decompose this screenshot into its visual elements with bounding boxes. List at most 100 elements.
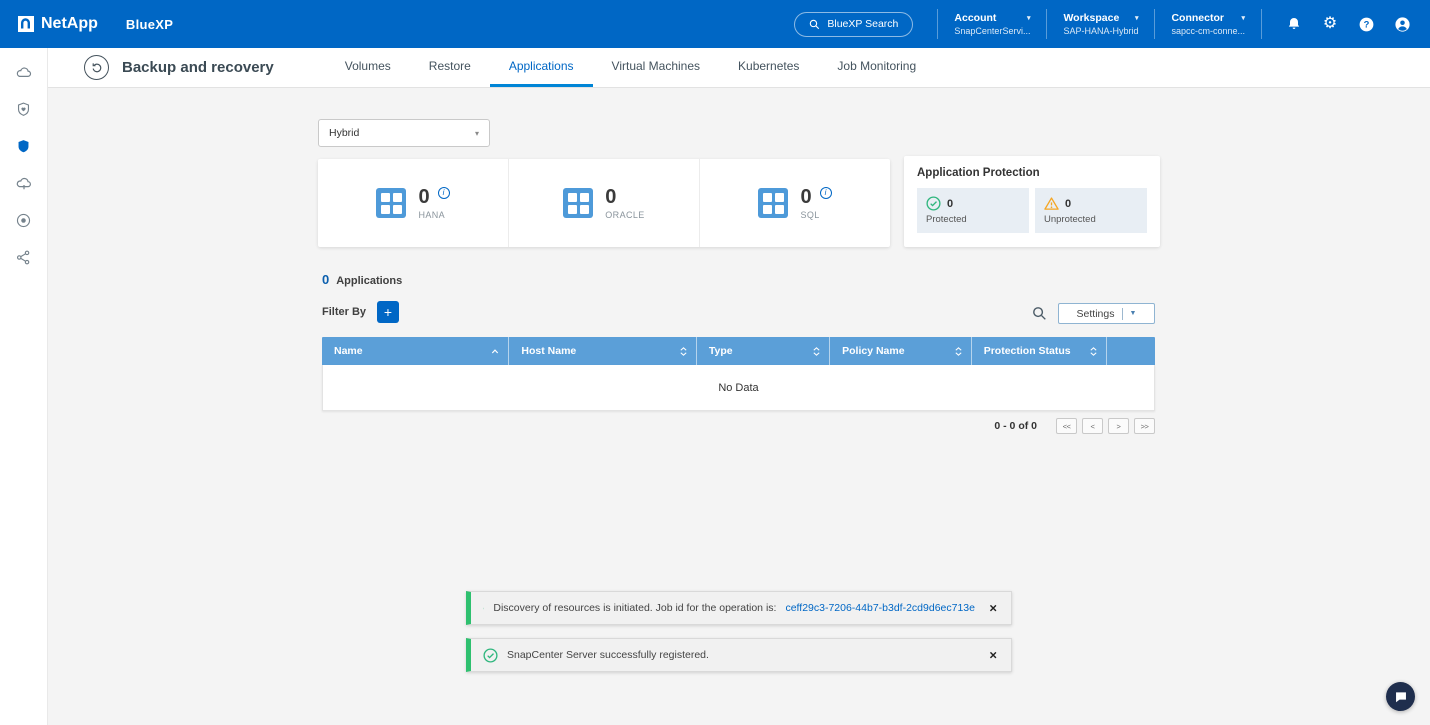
netapp-logo[interactable]: NetApp: [18, 15, 98, 33]
search-icon: [809, 19, 820, 30]
protection-card-title: Application Protection: [917, 167, 1147, 179]
pagination-last-button[interactable]: >>: [1134, 418, 1155, 434]
cloud-sync-icon: [15, 175, 33, 193]
tab-volumes[interactable]: Volumes: [326, 48, 410, 87]
unprotected-stat: 0 Unprotected: [1035, 188, 1147, 233]
table-search-button[interactable]: [1030, 304, 1048, 322]
unprotected-count: 0: [1065, 198, 1071, 210]
sidebar-item-health[interactable]: [0, 91, 47, 128]
pagination-prev-button[interactable]: <: [1082, 418, 1103, 434]
sidebar-item-governance[interactable]: [0, 202, 47, 239]
sort-icon[interactable]: [679, 346, 688, 357]
column-header-policy-name[interactable]: Policy Name: [830, 337, 972, 365]
settings-gear-button[interactable]: ⚙: [1320, 14, 1340, 34]
plus-icon: +: [384, 305, 392, 319]
hana-count: 0: [418, 187, 429, 207]
cloud-icon: [15, 64, 33, 82]
tab-bar: Volumes Restore Applications Virtual Mac…: [326, 48, 935, 87]
oracle-counter: 0 ORACLE: [509, 159, 700, 247]
table-settings-button[interactable]: Settings ▼: [1058, 303, 1155, 324]
filter-row: Filter By +: [322, 300, 399, 324]
column-header-protection-status[interactable]: Protection Status: [972, 337, 1107, 365]
bell-icon: [1286, 16, 1302, 32]
pagination-first-button[interactable]: <<: [1056, 418, 1077, 434]
column-label: Name: [334, 345, 363, 357]
application-protection-card: Application Protection 0 Protected 0 Unp…: [904, 156, 1160, 247]
tab-job-monitoring[interactable]: Job Monitoring: [818, 48, 935, 87]
left-sidebar: [0, 48, 48, 725]
brand-name: NetApp: [41, 15, 98, 33]
bluexp-search-button[interactable]: BlueXP Search: [794, 12, 913, 37]
shield-icon: [15, 138, 32, 155]
tab-kubernetes[interactable]: Kubernetes: [719, 48, 818, 87]
info-icon[interactable]: i: [820, 187, 832, 199]
help-button[interactable]: ?: [1356, 14, 1376, 34]
search-icon: [1032, 306, 1047, 321]
oracle-count: 0: [605, 187, 616, 207]
svg-text:?: ?: [1363, 19, 1369, 30]
sql-count: 0: [800, 187, 811, 207]
column-header-filler: [1107, 337, 1155, 365]
sidebar-item-protection[interactable]: [0, 128, 47, 165]
sidebar-item-extensions[interactable]: [0, 239, 47, 276]
check-circle-icon: [483, 601, 484, 616]
chat-bubble-icon: [1394, 690, 1408, 704]
column-label: Type: [709, 345, 733, 357]
close-icon[interactable]: ×: [989, 649, 997, 662]
connector-value: sapcc-cm-conne...: [1171, 26, 1245, 36]
protected-label: Protected: [926, 214, 1020, 225]
column-label: Protection Status: [984, 345, 1071, 357]
column-header-name[interactable]: Name: [322, 337, 509, 365]
workspace-menu[interactable]: Workspace▾ SAP-HANA-Hybrid: [1046, 9, 1154, 39]
tab-applications[interactable]: Applications: [490, 48, 593, 87]
target-icon: [15, 212, 32, 229]
connector-label: Connector: [1171, 12, 1224, 24]
column-header-host-name[interactable]: Host Name: [509, 337, 696, 365]
help-icon: ?: [1358, 16, 1375, 33]
chat-support-button[interactable]: [1386, 682, 1415, 711]
protected-stat: 0 Protected: [917, 188, 1029, 233]
notifications-bell-button[interactable]: [1284, 14, 1304, 34]
registered-toast: SnapCenter Server successfully registere…: [466, 638, 1012, 672]
toast-message: Discovery of resources is initiated. Job…: [493, 602, 776, 614]
pagination-next-button[interactable]: >: [1108, 418, 1129, 434]
close-icon[interactable]: ×: [989, 602, 997, 615]
sidebar-item-mobility[interactable]: [0, 165, 47, 202]
sort-icon[interactable]: [954, 346, 963, 357]
sort-asc-icon[interactable]: [490, 347, 500, 356]
divider: [1122, 308, 1123, 320]
user-account-button[interactable]: [1392, 14, 1412, 34]
pagination: 0 - 0 of 0 << < > >>: [322, 418, 1155, 434]
toast-message: SnapCenter Server successfully registere…: [507, 649, 709, 661]
sql-label: SQL: [800, 210, 831, 220]
account-menu[interactable]: Account▾ SnapCenterServi...: [937, 9, 1046, 39]
shield-heart-icon: [15, 101, 32, 118]
job-id-link[interactable]: ceff29c3-7206-44b7-b3df-2cd9d6ec713e: [785, 602, 975, 614]
warning-triangle-icon: [1044, 196, 1059, 211]
pagination-summary: 0 - 0 of 0: [994, 420, 1037, 432]
connector-menu[interactable]: Connector▾ sapcc-cm-conne...: [1154, 9, 1262, 39]
column-header-type[interactable]: Type: [697, 337, 830, 365]
chevron-down-icon: ▾: [475, 129, 479, 138]
check-circle-icon: [926, 196, 941, 211]
topbar-icons: ⚙ ?: [1284, 14, 1412, 34]
info-icon[interactable]: i: [438, 187, 450, 199]
database-counters-card: 0 i HANA 0 ORACLE 0 i SQL: [318, 159, 890, 247]
tab-virtual-machines[interactable]: Virtual Machines: [593, 48, 720, 87]
unprotected-label: Unprotected: [1044, 214, 1138, 225]
workspace-value: SAP-HANA-Hybrid: [1063, 26, 1138, 36]
column-label: Host Name: [521, 345, 576, 357]
user-icon: [1394, 16, 1411, 33]
sidebar-item-storage[interactable]: [0, 54, 47, 91]
add-filter-button[interactable]: +: [377, 301, 399, 323]
environment-select[interactable]: Hybrid ▾: [318, 119, 490, 147]
tab-restore[interactable]: Restore: [410, 48, 490, 87]
share-nodes-icon: [15, 249, 32, 266]
database-grid-icon: [376, 188, 406, 218]
sort-icon[interactable]: [1089, 346, 1098, 357]
filter-by-label: Filter By: [322, 306, 366, 318]
sort-icon[interactable]: [812, 346, 821, 357]
workspace-label: Workspace: [1063, 12, 1119, 24]
topbar: NetApp BlueXP BlueXP Search Account▾ Sna…: [0, 0, 1430, 48]
page-title: Backup and recovery: [122, 59, 274, 76]
